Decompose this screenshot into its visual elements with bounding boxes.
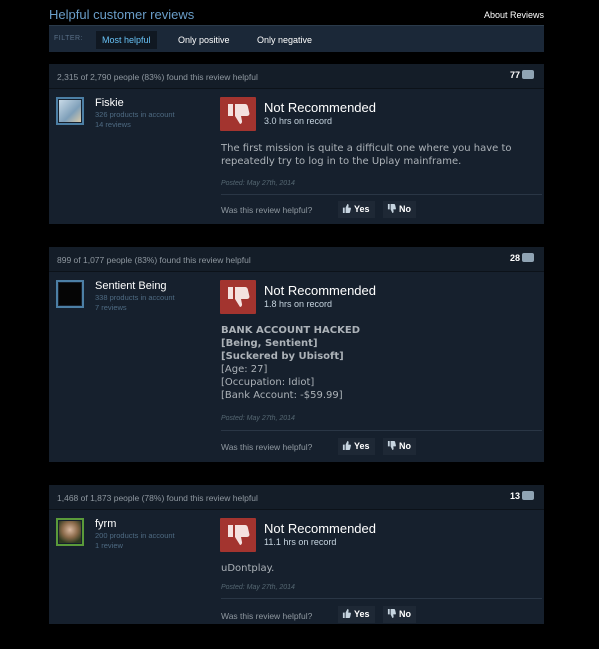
filter-bar: FILTER: Most helpful Only positive Only …	[49, 25, 544, 52]
reviews-header: Helpful customer reviews About Reviews	[49, 6, 544, 24]
reviews-count: 14 reviews	[95, 120, 131, 129]
yes-button[interactable]: Yes	[338, 201, 375, 218]
review-helpful-header: 899 of 1,077 people (83%) found this rev…	[49, 247, 544, 272]
divider	[221, 598, 542, 599]
helpful-summary: 2,315 of 2,790 people (83%) found this r…	[57, 72, 258, 82]
comment-bubble-icon	[522, 491, 534, 500]
thumbs-down-small-icon	[387, 204, 396, 213]
review-text: uDontplay.	[221, 563, 275, 574]
helpful-question: Was this review helpful?	[221, 205, 313, 215]
comment-bubble-icon	[522, 70, 534, 79]
no-button[interactable]: No	[383, 201, 416, 218]
review-helpful-header: 1,468 of 1,873 people (78%) found this r…	[49, 485, 544, 510]
thumbs-up-icon	[342, 609, 351, 618]
yes-button[interactable]: Yes	[338, 438, 375, 455]
hours-on-record: 1.8 hrs on record	[264, 299, 333, 309]
comment-count[interactable]: 77	[510, 70, 534, 80]
helpful-question: Was this review helpful?	[221, 611, 313, 621]
tab-most-helpful[interactable]: Most helpful	[96, 31, 157, 49]
review-card: 899 of 1,077 people (83%) found this rev…	[49, 247, 544, 462]
verdict-title: Not Recommended	[264, 100, 376, 115]
review-text: The first mission is quite a difficult o…	[221, 143, 512, 167]
reviewer-name[interactable]: Sentient Being	[95, 280, 167, 292]
thumbs-up-icon	[342, 441, 351, 450]
products-count: 338 products in account	[95, 293, 175, 302]
products-count: 326 products in account	[95, 110, 175, 119]
review-text: BANK ACCOUNT HACKED [Being, Sentient] [S…	[221, 325, 360, 401]
thumbs-down-small-icon	[387, 441, 396, 450]
review-helpful-header: 2,315 of 2,790 people (83%) found this r…	[49, 64, 544, 89]
yes-button[interactable]: Yes	[338, 606, 375, 623]
verdict-title: Not Recommended	[264, 283, 376, 298]
tab-only-positive[interactable]: Only positive	[172, 31, 236, 49]
helpful-summary: 1,468 of 1,873 people (78%) found this r…	[57, 493, 258, 503]
tab-only-negative[interactable]: Only negative	[251, 31, 318, 49]
posted-date: Posted: May 27th, 2014	[221, 415, 295, 422]
review-card: 2,315 of 2,790 people (83%) found this r…	[49, 64, 544, 224]
posted-date: Posted: May 27th, 2014	[221, 180, 295, 187]
filter-label: FILTER:	[54, 35, 84, 42]
no-button[interactable]: No	[383, 606, 416, 623]
helpful-summary: 899 of 1,077 people (83%) found this rev…	[57, 255, 251, 265]
comment-bubble-icon	[522, 253, 534, 262]
divider	[221, 194, 542, 195]
reviewer-name[interactable]: fyrm	[95, 518, 116, 530]
thumbs-down-small-icon	[387, 609, 396, 618]
thumbs-down-icon	[220, 280, 256, 314]
no-button[interactable]: No	[383, 438, 416, 455]
comment-count[interactable]: 13	[510, 491, 534, 501]
thumbs-up-icon	[342, 204, 351, 213]
reviewer-info: 200 products in account 1 review	[95, 531, 175, 551]
hours-on-record: 3.0 hrs on record	[264, 116, 333, 126]
about-reviews-link[interactable]: About Reviews	[484, 10, 544, 20]
comment-count[interactable]: 28	[510, 253, 534, 263]
posted-date: Posted: May 27th, 2014	[221, 584, 295, 591]
hours-on-record: 11.1 hrs on record	[264, 537, 337, 547]
review-card: 1,468 of 1,873 people (78%) found this r…	[49, 485, 544, 624]
thumbs-down-icon	[220, 518, 256, 552]
avatar[interactable]	[56, 97, 84, 125]
reviewer-info: 326 products in account 14 reviews	[95, 110, 175, 130]
products-count: 200 products in account	[95, 531, 175, 540]
reviews-count: 7 reviews	[95, 303, 127, 312]
reviewer-name[interactable]: Fiskie	[95, 97, 124, 109]
helpful-question: Was this review helpful?	[221, 442, 313, 452]
avatar[interactable]	[56, 518, 84, 546]
verdict-title: Not Recommended	[264, 521, 376, 536]
thumbs-down-icon	[220, 97, 256, 131]
reviewer-info: 338 products in account 7 reviews	[95, 293, 175, 313]
divider	[221, 430, 542, 431]
page-title: Helpful customer reviews	[49, 7, 195, 22]
reviews-count: 1 review	[95, 541, 123, 550]
avatar[interactable]	[56, 280, 84, 308]
